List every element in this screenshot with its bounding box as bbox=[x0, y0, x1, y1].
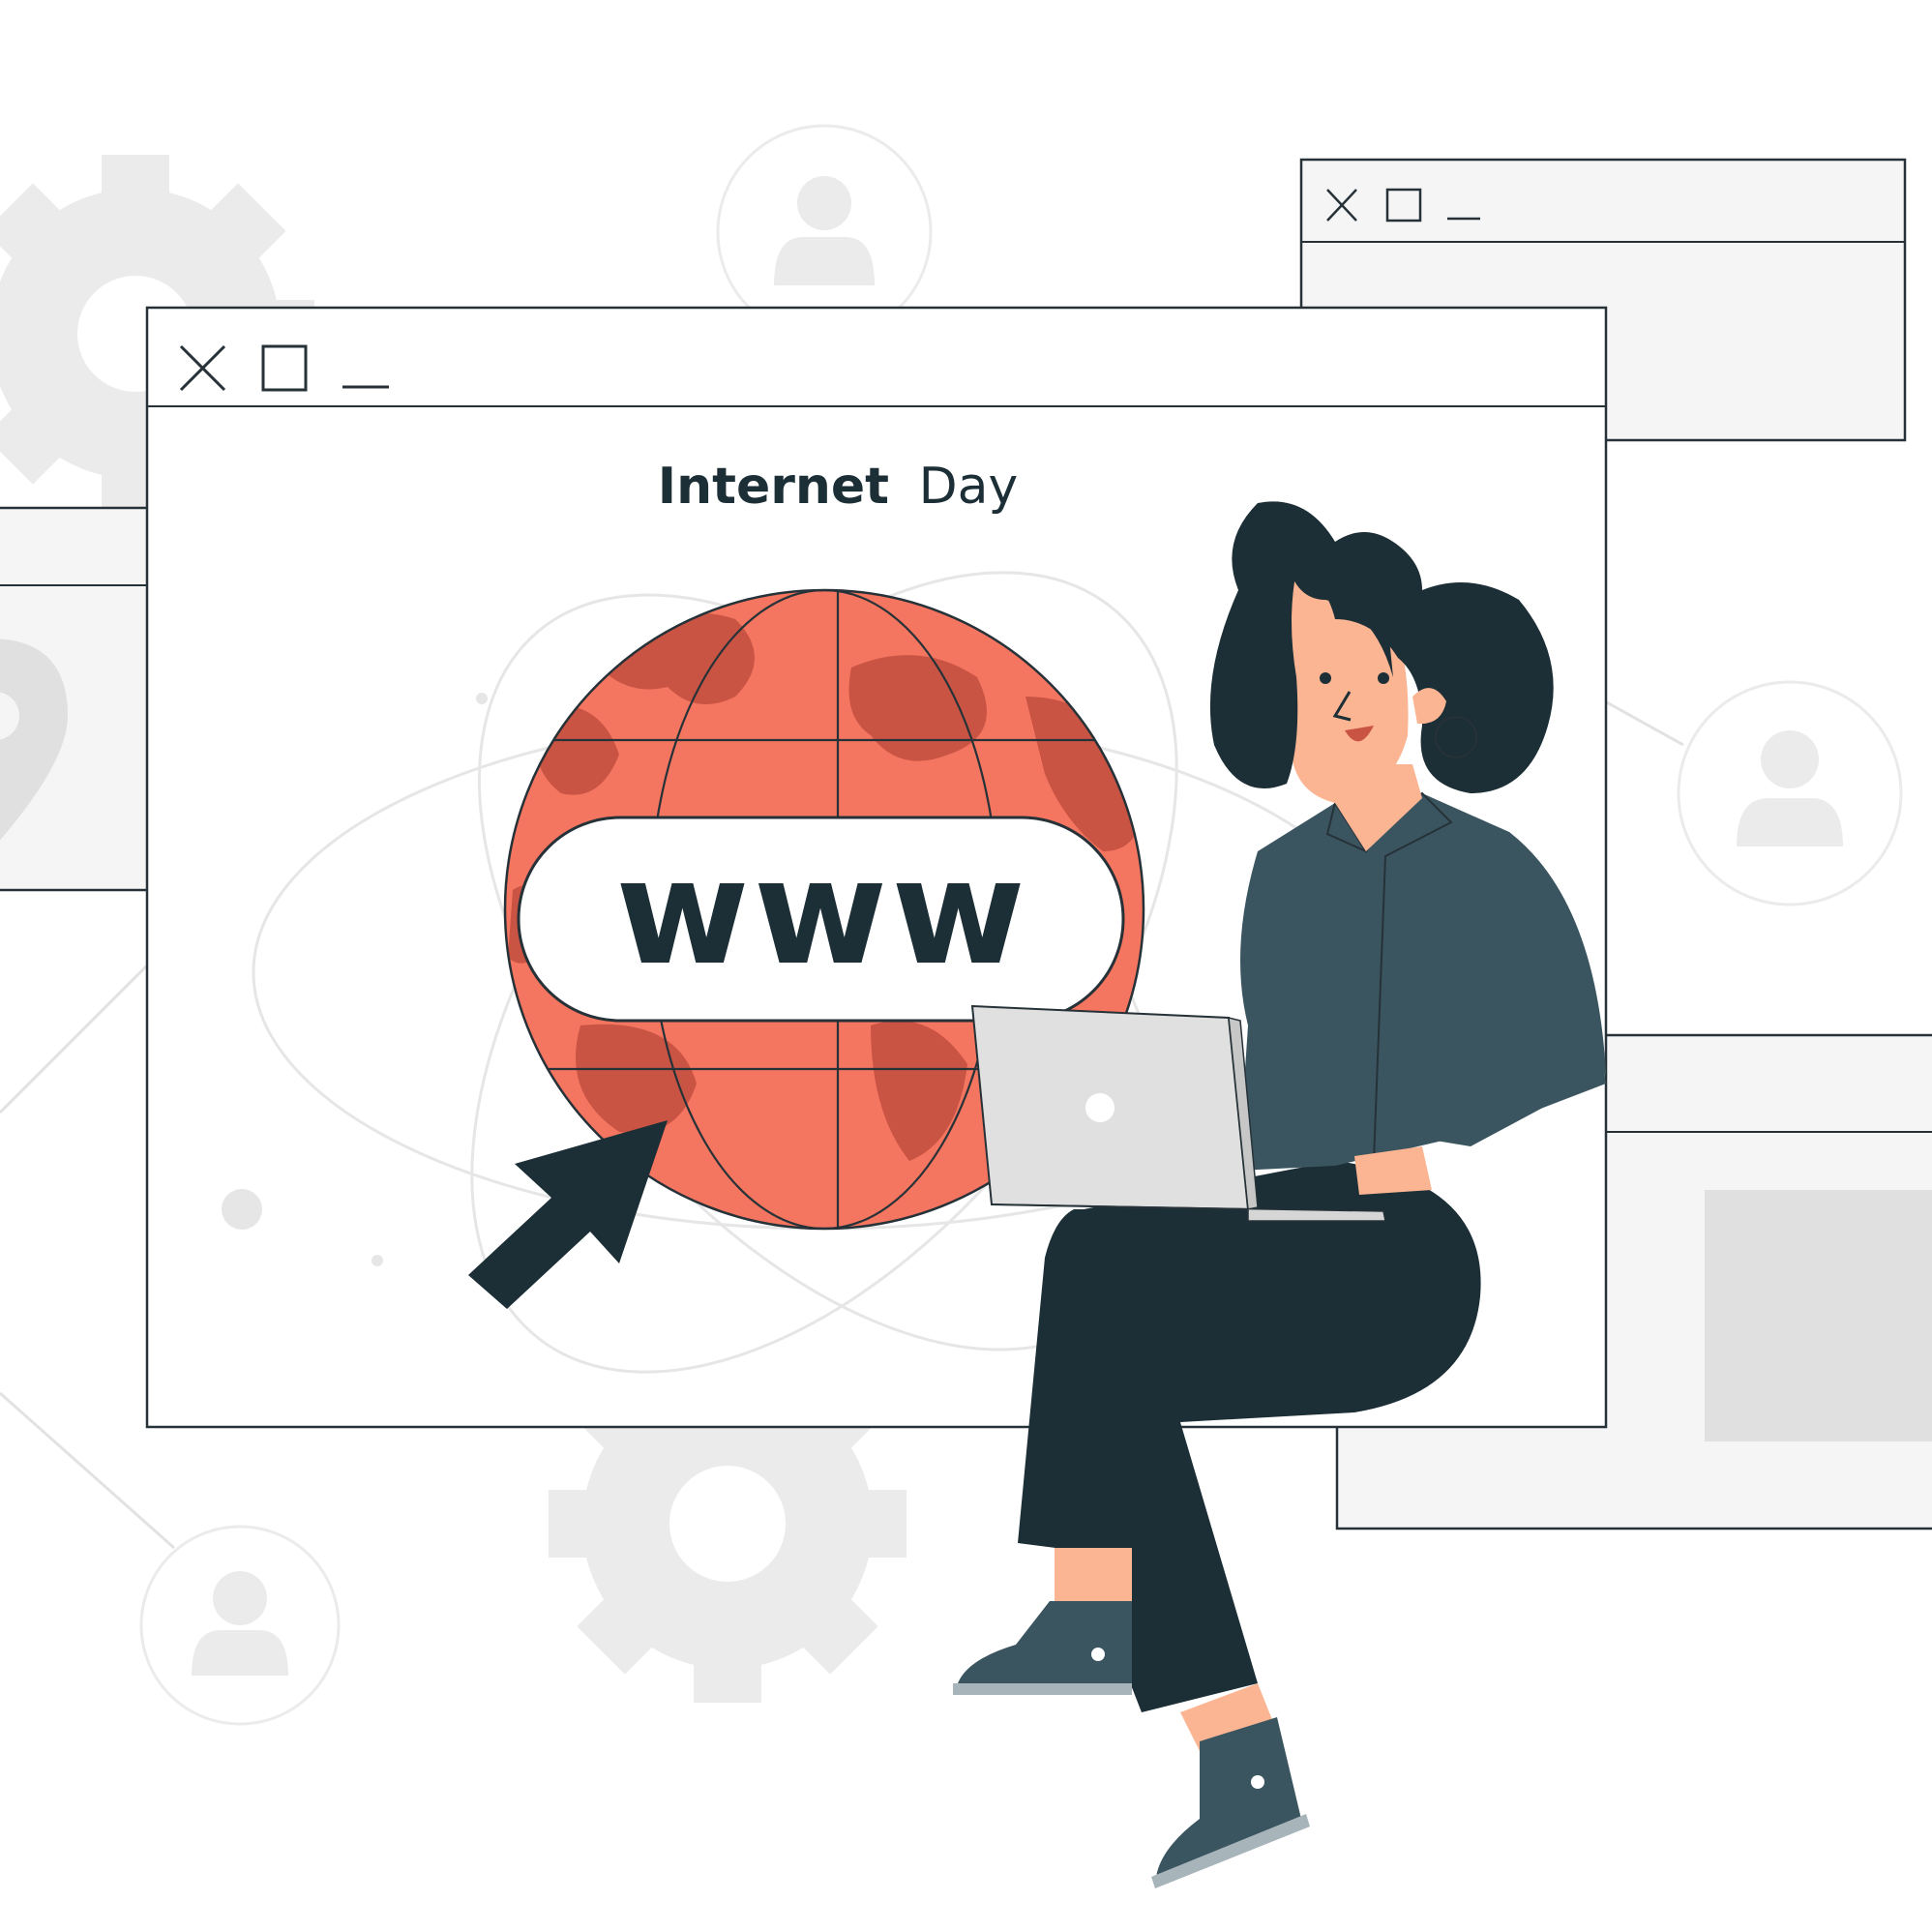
page-title: Internet Day bbox=[658, 458, 1019, 516]
user-icon bbox=[139, 1525, 341, 1726]
www-text: www bbox=[615, 829, 1029, 997]
shoe bbox=[1151, 1717, 1310, 1888]
user-icon bbox=[1677, 680, 1903, 906]
internet-day-illustration: Internet Day www bbox=[0, 124, 1932, 1888]
shoe bbox=[953, 1601, 1132, 1695]
background-window-left bbox=[0, 506, 157, 892]
www-badge: www bbox=[517, 816, 1125, 1023]
